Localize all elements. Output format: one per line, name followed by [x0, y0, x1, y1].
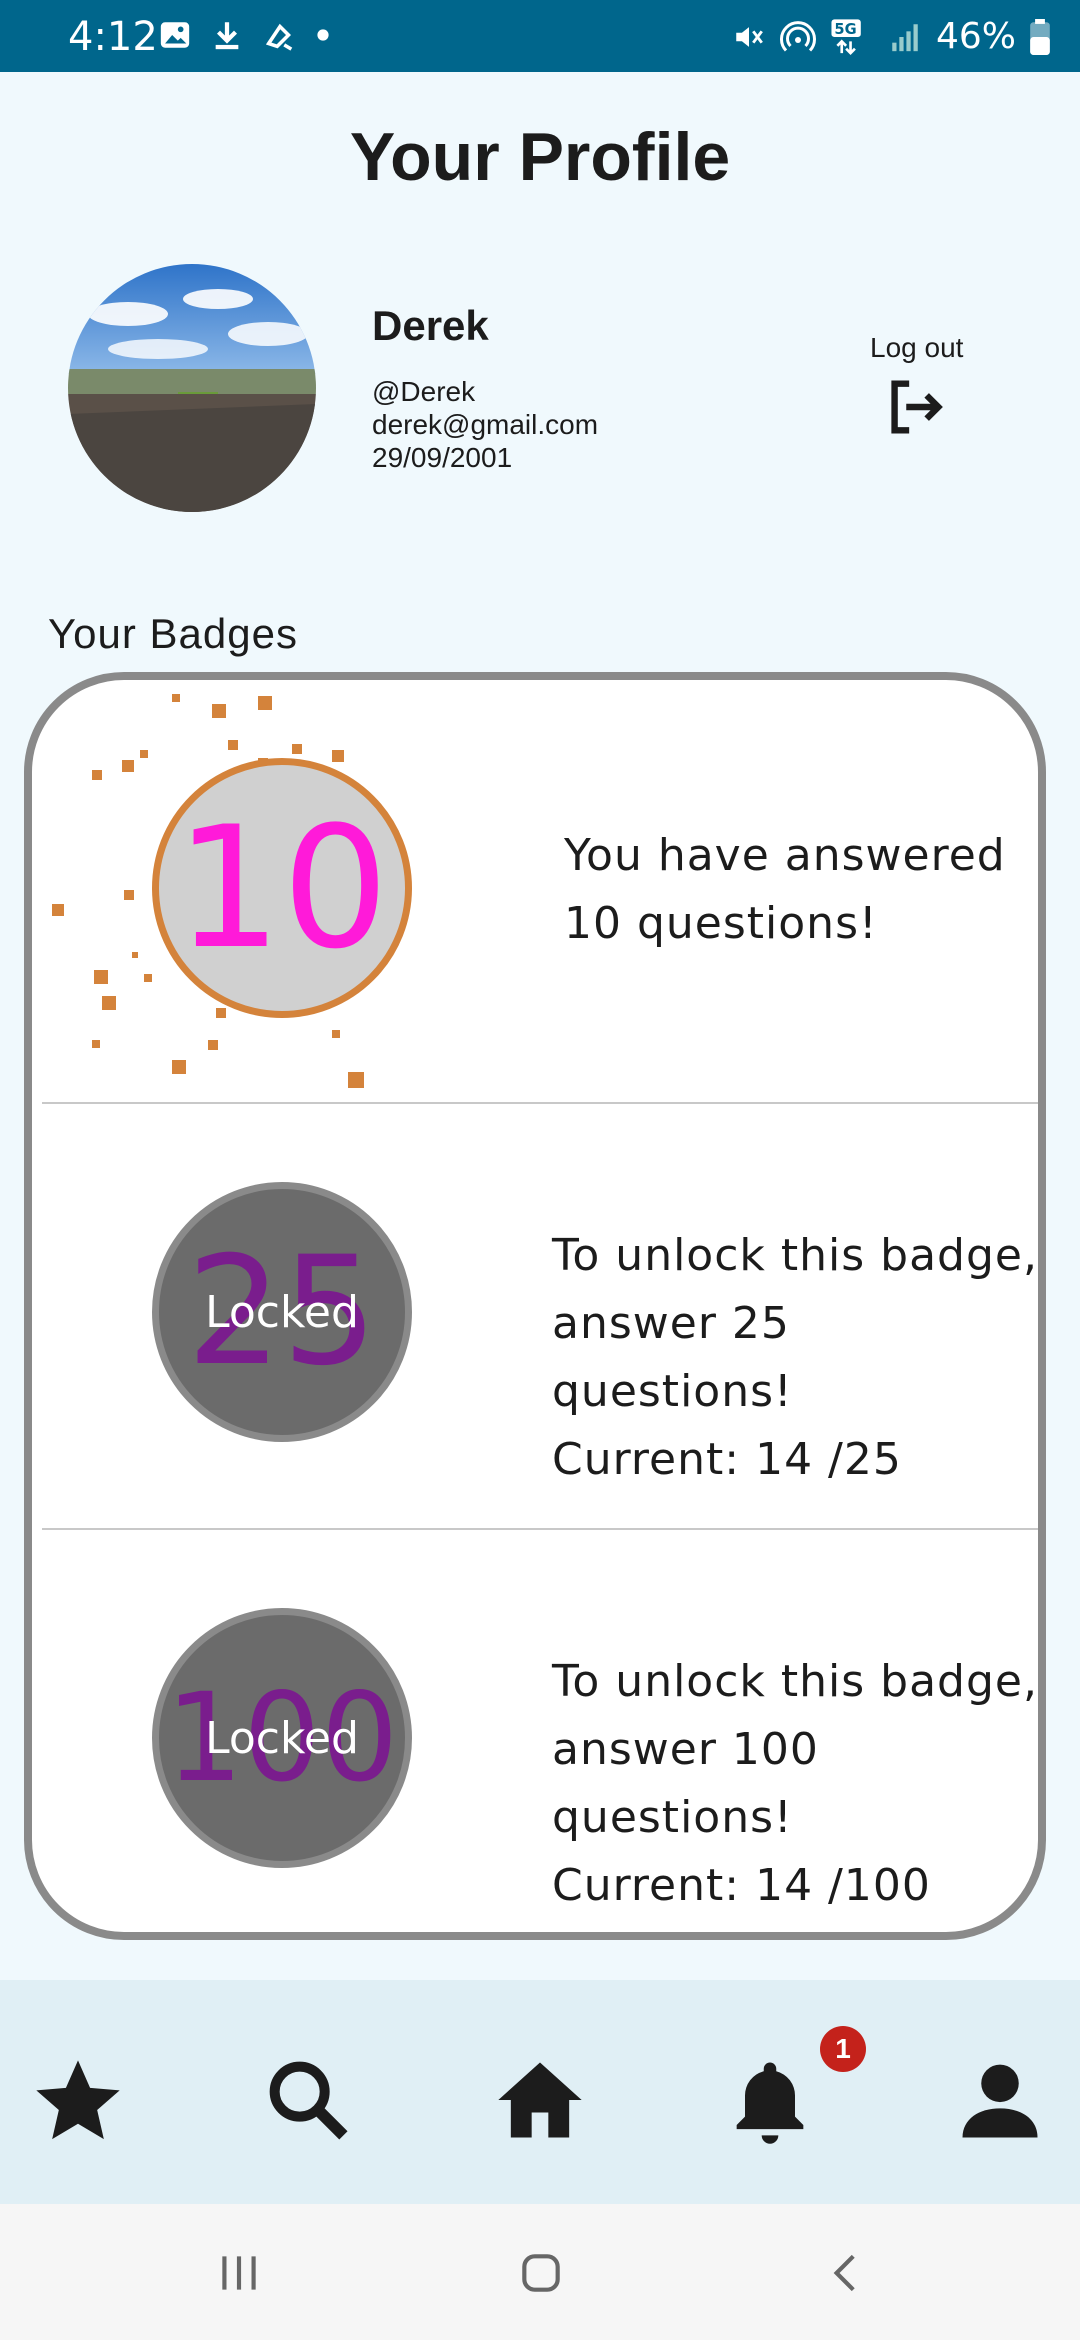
- download-icon: [215, 22, 239, 50]
- hotspot-icon: [780, 20, 816, 52]
- badge-row-100: 100 Locked To unlock this badge, answer …: [32, 1530, 1038, 1932]
- logout-button[interactable]: [880, 372, 950, 442]
- mute-icon: [736, 26, 763, 47]
- badge-row-25: 25 Locked To unlock this badge, answer 2…: [32, 1104, 1038, 1528]
- nav-home[interactable]: [490, 2050, 590, 2150]
- gallery-icon: [160, 22, 190, 48]
- avatar: [68, 264, 316, 512]
- user-email: derek@gmail.com: [372, 409, 599, 440]
- nav-favorites[interactable]: [28, 2050, 128, 2150]
- recent-apps-icon[interactable]: [214, 2248, 264, 2298]
- logout-label[interactable]: Log out: [870, 332, 963, 364]
- badge-description: To unlock this badge, answer 100 questio…: [552, 1656, 1038, 1911]
- person-icon: [962, 2064, 1038, 2138]
- badge-description: You have answered 10 questions!: [564, 830, 1006, 949]
- nav-search[interactable]: [258, 2050, 358, 2150]
- home-icon: [498, 2062, 582, 2138]
- badge-description: To unlock this badge, answer 25 question…: [552, 1230, 1038, 1485]
- bell-icon: [736, 2062, 804, 2144]
- status-time: 4:12: [68, 14, 158, 60]
- badge-10-circle: 10: [152, 758, 412, 1018]
- sync-icon: [265, 23, 293, 51]
- page-title: Your Profile: [349, 119, 731, 195]
- badge-row-10: 10 You have answered 10 questions!: [32, 680, 1038, 1104]
- 5g-icon: 5G: [831, 18, 861, 55]
- locked-label: Locked: [205, 1712, 359, 1764]
- user-handle: @Derek: [372, 376, 476, 407]
- badge-number: 10: [175, 790, 389, 986]
- badge-100-circle: 100 Locked: [152, 1608, 412, 1868]
- home-button-icon[interactable]: [516, 2248, 566, 2298]
- badges-section-title: Your Badges: [48, 610, 298, 657]
- search-icon: [269, 2061, 348, 2140]
- nav-profile[interactable]: [950, 2050, 1050, 2150]
- signal-icon: [892, 23, 918, 51]
- user-name: Derek: [372, 302, 489, 349]
- nav-notifications[interactable]: [720, 2050, 820, 2150]
- status-bar: 4:12 5G 46%: [0, 0, 1080, 72]
- locked-label: Locked: [205, 1286, 359, 1338]
- notification-count-badge: 1: [820, 2026, 866, 2072]
- battery-percent: 46%: [935, 16, 1016, 57]
- logout-icon: [891, 380, 943, 434]
- user-birthdate: 29/09/2001: [372, 442, 513, 473]
- badges-card: 10 You have answered 10 questions! 25 Lo…: [24, 672, 1046, 1940]
- system-navigation-bar: [0, 2204, 1080, 2340]
- dot-icon: [317, 29, 329, 41]
- back-icon[interactable]: [822, 2248, 872, 2298]
- badge-25-circle: 25 Locked: [152, 1182, 412, 1442]
- svg-text:5G: 5G: [834, 21, 856, 38]
- battery-icon: [1030, 18, 1050, 55]
- star-icon: [36, 2060, 120, 2140]
